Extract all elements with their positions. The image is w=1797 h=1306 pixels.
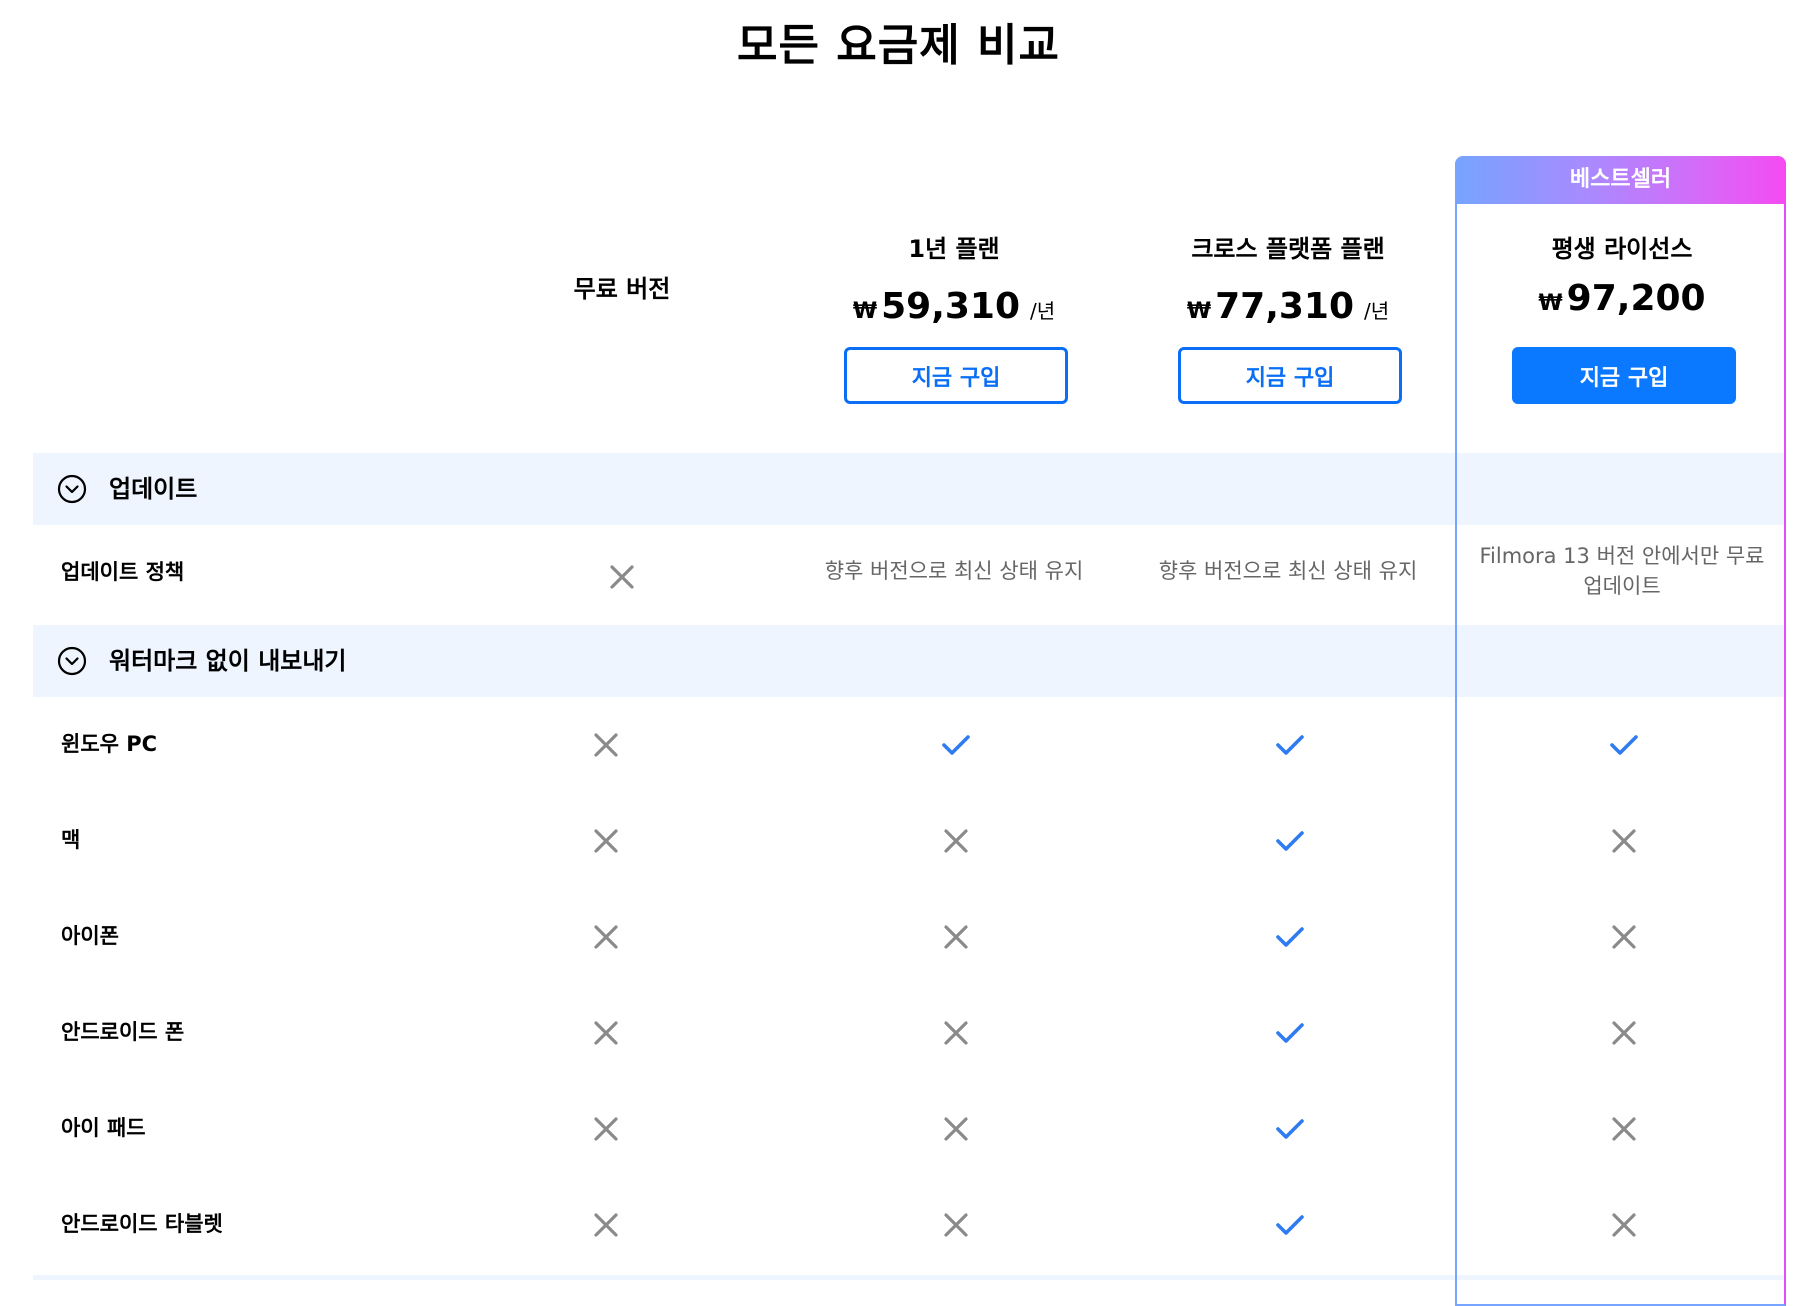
check-icon (1275, 1114, 1305, 1144)
plan-name: 크로스 플랫폼 플랜 (1191, 235, 1385, 263)
currency-symbol: ₩ (1538, 291, 1563, 316)
cross-icon (591, 1210, 621, 1240)
buy-now-button-lifetime[interactable]: 지금 구입 (1512, 347, 1736, 404)
cell-text: Filmora 13 버전 안에서만 무료 업데이트 (1472, 541, 1772, 601)
table-row: 맥 (33, 793, 1786, 889)
plan-name: 평생 라이선스 (1551, 235, 1693, 263)
cross-icon (941, 922, 971, 952)
section-header-export-no-watermark[interactable]: 워터마크 없이 내보내기 (33, 625, 1786, 697)
currency-symbol: ₩ (1186, 299, 1212, 324)
cell-text: 향후 버전으로 최신 상태 유지 (1158, 559, 1418, 583)
cross-icon (941, 1210, 971, 1240)
plan-price: ₩97,200 (1472, 274, 1772, 330)
cross-icon (591, 1018, 621, 1048)
buy-now-button-1year[interactable]: 지금 구입 (844, 347, 1068, 404)
price-unit: /년 (1364, 299, 1390, 323)
table-row: 윈도우 PC (33, 697, 1786, 793)
table-row: 안드로이드 폰 (33, 985, 1786, 1081)
price-unit: /년 (1030, 299, 1056, 323)
check-icon (941, 730, 971, 760)
row-label: 아이 패드 (61, 1116, 146, 1140)
plan-header-1year: 1년 플랜 ₩59,310/년 지금 구입 (804, 232, 1104, 412)
price-amount: 77,310 (1215, 286, 1355, 327)
cross-icon (607, 562, 637, 592)
section-title: 워터마크 없이 내보내기 (109, 647, 347, 675)
cross-icon (1609, 826, 1639, 856)
cross-icon (1609, 1018, 1639, 1048)
row-label: 안드로이드 폰 (61, 1020, 185, 1044)
cross-icon (591, 730, 621, 760)
row-label: 업데이트 정책 (61, 560, 185, 584)
cross-icon (941, 1114, 971, 1144)
cell-text-line: 업데이트 (1583, 574, 1661, 598)
bestseller-badge: 베스트셀러 (1455, 156, 1786, 204)
cross-icon (1609, 1210, 1639, 1240)
check-icon (1609, 730, 1639, 760)
cross-icon (1609, 1114, 1639, 1144)
check-icon (1275, 826, 1305, 856)
section-header-updates[interactable]: 업데이트 (33, 453, 1786, 525)
plan-header-free: 무료 버전 (472, 272, 772, 306)
page-title: 모든 요금제 비교 (737, 20, 1060, 71)
plan-name: 무료 버전 (573, 275, 671, 303)
chevron-down-circle-icon[interactable] (57, 646, 87, 676)
table-row: 업데이트 정책 향후 버전으로 최신 상태 유지 향후 버전으로 최신 상태 유… (33, 525, 1786, 625)
row-label: 아이폰 (61, 924, 119, 948)
buy-now-button-cross-platform[interactable]: 지금 구입 (1178, 347, 1402, 404)
plan-header-cross-platform: 크로스 플랫폼 플랜 ₩77,310/년 지금 구입 (1138, 232, 1438, 412)
cross-icon (591, 922, 621, 952)
row-label: 윈도우 PC (61, 732, 158, 756)
cross-icon (591, 826, 621, 856)
row-label: 안드로이드 타블렛 (61, 1212, 223, 1236)
cross-icon (1609, 922, 1639, 952)
table-row: 아이 패드 (33, 1081, 1786, 1177)
row-label: 맥 (61, 828, 81, 852)
price-amount: 97,200 (1566, 278, 1706, 319)
section-title: 업데이트 (109, 475, 198, 503)
check-icon (1275, 1018, 1305, 1048)
plan-price: ₩59,310/년 (804, 282, 1104, 338)
check-icon (1275, 922, 1305, 952)
table-row: 안드로이드 타블렛 (33, 1177, 1786, 1273)
plan-header-lifetime: 평생 라이선스 ₩97,200 지금 구입 (1472, 232, 1772, 412)
plan-price: ₩77,310/년 (1138, 282, 1438, 338)
check-icon (1275, 730, 1305, 760)
cross-icon (591, 1114, 621, 1144)
chevron-down-circle-icon[interactable] (57, 474, 87, 504)
currency-symbol: ₩ (852, 299, 878, 324)
cell-text-line: Filmora 13 버전 안에서만 무료 (1479, 544, 1765, 568)
cell-text: 향후 버전으로 최신 상태 유지 (824, 559, 1084, 583)
plan-name: 1년 플랜 (908, 235, 1000, 263)
cross-icon (941, 1018, 971, 1048)
check-icon (1275, 1210, 1305, 1240)
cross-icon (941, 826, 971, 856)
table-row: 아이폰 (33, 889, 1786, 985)
next-section-header (33, 1275, 1786, 1280)
price-amount: 59,310 (881, 286, 1021, 327)
